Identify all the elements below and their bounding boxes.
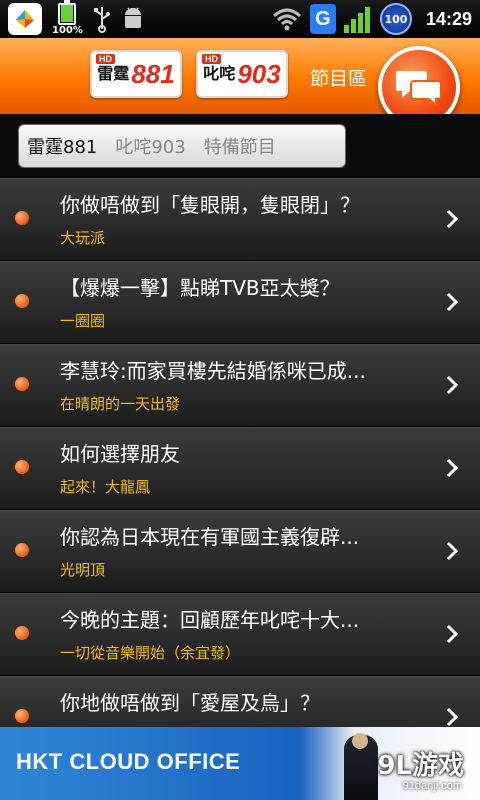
item-program: 起來！大龍鳳: [60, 478, 151, 496]
clock: 14:29: [425, 8, 472, 29]
item-program: 大玩派: [60, 229, 106, 247]
list-item[interactable]: 李慧玲:而家買樓先結婚係咪已成... 在晴朗的一天出發: [0, 344, 480, 427]
battery-icon: [58, 0, 77, 25]
watermark-url: 91danji.com: [402, 780, 462, 792]
app-header: HD 雷霆 881 HD 叱咤 903 節目區: [0, 38, 480, 128]
logo-903-number: 903: [237, 58, 281, 89]
chevron-right-icon: [446, 458, 459, 478]
tab-bar-container: 雷霆881 叱咤903 特備節目: [0, 114, 480, 180]
bullet-icon: [15, 543, 29, 557]
item-program: 在晴朗的一天出發: [60, 395, 181, 413]
item-title: 【爆爆一擊】點睇TVB亞太獎？: [60, 276, 340, 300]
item-program: 一切從音樂開始（余宜發）: [60, 644, 241, 662]
notification-badge: 100: [379, 3, 412, 35]
section-label: 節目區: [310, 68, 368, 90]
chevron-right-icon: [446, 209, 459, 229]
bullet-icon: [15, 294, 29, 308]
battery-indicator: 100%: [52, 0, 83, 36]
logo-881-number: 881: [131, 58, 175, 89]
ad-text: HKT CLOUD OFFICE: [16, 749, 241, 774]
item-title: 你地做唔做到「愛屋及烏」？: [60, 691, 320, 715]
g-app-icon: G: [309, 4, 336, 34]
item-title: 你認為日本現在有軍國主義復辟...: [60, 525, 360, 549]
list-item[interactable]: 你做唔做到「隻眼開，隻眼閉」？ 大玩派: [0, 178, 480, 261]
hd-badge: HD: [96, 54, 115, 64]
chevron-right-icon: [446, 624, 459, 644]
tab-881[interactable]: 雷霆881: [27, 133, 97, 159]
tab-bar: 雷霆881 叱咤903 特備節目: [18, 124, 346, 168]
list-item[interactable]: 今晚的主題：回顧歷年叱咤十大... 一切從音樂開始（余宜發）: [0, 593, 480, 676]
bullet-icon: [15, 626, 29, 640]
item-program: 光明頂: [60, 561, 106, 579]
tab-special[interactable]: 特備節目: [204, 133, 276, 159]
channel-903-logo[interactable]: HD 叱咤 903: [196, 50, 288, 98]
item-title: 今晚的主題：回顧歷年叱咤十大...: [60, 608, 360, 632]
chevron-right-icon: [446, 375, 459, 395]
watermark: 9L游戏: [377, 751, 464, 781]
item-title: 你做唔做到「隻眼開，隻眼閉」？: [60, 193, 360, 217]
android-debug-icon: [124, 7, 141, 28]
hd-badge: HD: [202, 54, 221, 64]
item-title: 李慧玲:而家買樓先結婚係咪已成...: [60, 359, 366, 383]
list-item[interactable]: 你認為日本現在有軍國主義復辟... 光明頂: [0, 510, 480, 593]
ad-person-image: [344, 733, 378, 800]
battery-percent: 100%: [52, 24, 83, 36]
logo-881-name: 雷霆: [97, 64, 130, 83]
ad-banner[interactable]: HKT CLOUD OFFICE 9L游戏 91danji.com: [0, 727, 480, 800]
list-item[interactable]: 如何選擇朋友 起來！大龍鳳: [0, 427, 480, 510]
chevron-right-icon: [446, 541, 459, 561]
signal-strength-icon: [343, 5, 372, 33]
app-launcher-icon[interactable]: [8, 3, 42, 35]
bullet-icon: [15, 211, 29, 225]
bullet-icon: [15, 460, 29, 474]
usb-icon: [93, 7, 110, 33]
item-title: 如何選擇朋友: [60, 442, 180, 466]
wifi-icon: [272, 8, 301, 31]
logo-903-name: 叱咤: [203, 64, 236, 83]
bullet-icon: [15, 377, 29, 391]
chat-bubbles-icon: [396, 71, 442, 107]
status-bar: 100% G 100 14:29: [0, 0, 480, 38]
chevron-right-icon: [446, 707, 459, 727]
tab-903[interactable]: 叱咤903: [115, 133, 185, 159]
item-program: 一圈圈: [60, 312, 106, 330]
chevron-right-icon: [446, 292, 459, 312]
topic-list: 你做唔做到「隻眼開，隻眼閉」？ 大玩派 【爆爆一擊】點睇TVB亞太獎？ 一圈圈 …: [0, 178, 480, 759]
channel-881-logo[interactable]: HD 雷霆 881: [90, 50, 182, 98]
list-item[interactable]: 【爆爆一擊】點睇TVB亞太獎？ 一圈圈: [0, 261, 480, 344]
bullet-icon: [15, 709, 29, 723]
